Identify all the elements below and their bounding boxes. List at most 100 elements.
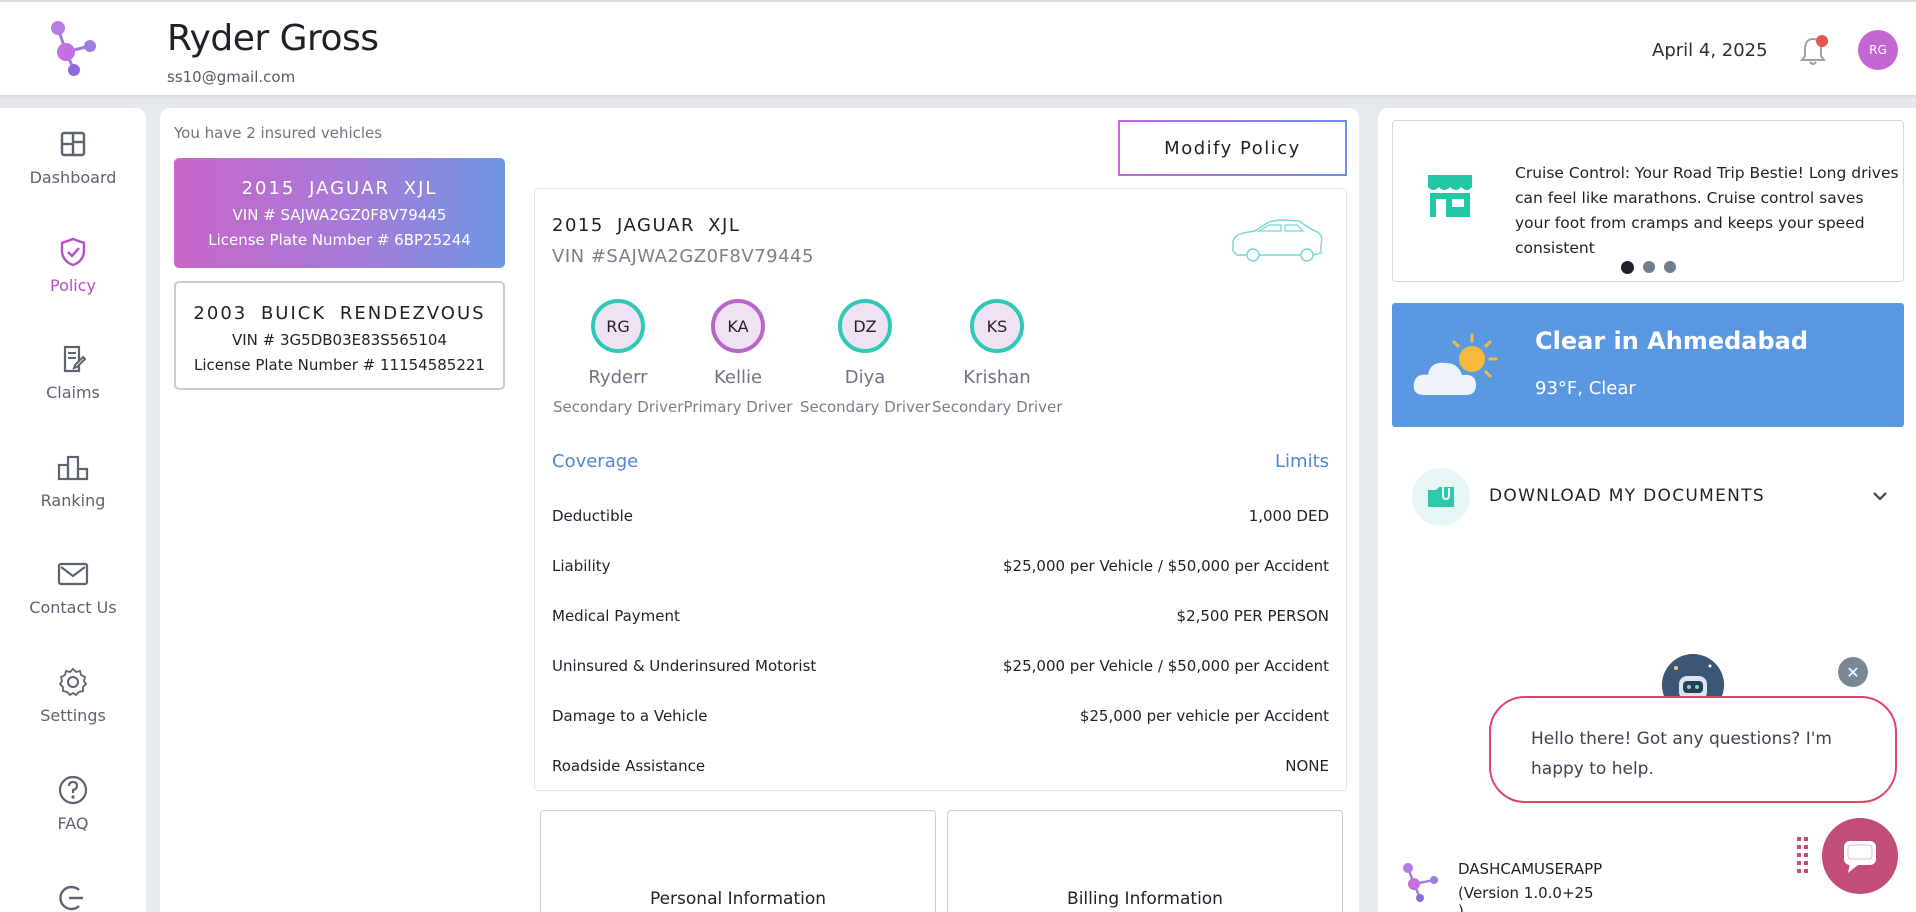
sidebar-item-dashboard[interactable]: Dashboard bbox=[0, 128, 146, 187]
sidebar-item-label: Dashboard bbox=[29, 168, 117, 187]
driver-name: Diya bbox=[844, 367, 886, 388]
personal-information-label: Personal Information bbox=[649, 889, 827, 909]
avatar[interactable]: RG bbox=[1858, 30, 1898, 70]
document-edit-icon bbox=[63, 345, 87, 373]
coverage-limit: NONE bbox=[1285, 757, 1329, 775]
sidebar-item-policy[interactable]: Policy bbox=[0, 236, 146, 295]
vehicle-card-plate: License Plate Number # 11154585221 bbox=[194, 356, 485, 374]
driver-role: Secondary Driver bbox=[932, 398, 1063, 416]
policy-details-panel: 2015 JAGUAR XJL VIN #SAJWA2GZ0F8V79445 R… bbox=[534, 188, 1347, 791]
limits-header: Limits bbox=[1275, 451, 1329, 472]
question-icon bbox=[58, 775, 88, 805]
user-email: ss10@gmail.com bbox=[167, 68, 296, 86]
chat-greeting-bubble[interactable]: Hello there! Got any questions? I'm happ… bbox=[1489, 696, 1897, 803]
coverage-name: Deductible bbox=[552, 507, 634, 525]
sidebar-item-label: Settings bbox=[40, 706, 106, 725]
app-logo-icon[interactable] bbox=[44, 20, 100, 80]
insured-vehicles-count: You have 2 insured vehicles bbox=[174, 124, 383, 142]
chat-close-button[interactable]: ✕ bbox=[1838, 657, 1868, 687]
coverage-name: Roadside Assistance bbox=[552, 757, 706, 775]
driver-avatar: RG bbox=[591, 299, 645, 353]
dashboard-icon bbox=[60, 131, 86, 157]
vehicle-card-plate: License Plate Number # 6BP25244 bbox=[208, 231, 471, 249]
chevron-down-icon[interactable] bbox=[1870, 486, 1890, 506]
app-logo-icon bbox=[1403, 863, 1438, 902]
sidebar-item-claims[interactable]: Claims bbox=[0, 343, 146, 402]
sidebar-item-logout[interactable] bbox=[0, 882, 146, 912]
carousel-dot[interactable] bbox=[1621, 261, 1634, 274]
vehicle-card-title: 2003 BUICK RENDEZVOUS bbox=[193, 303, 486, 324]
drag-handle-icon[interactable] bbox=[1796, 836, 1810, 878]
vehicle-card-vin: VIN # 3G5DB03E83S565104 bbox=[232, 331, 447, 349]
driver-role: Primary Driver bbox=[683, 398, 793, 416]
coverage-row: Roadside Assistance NONE bbox=[552, 757, 1329, 775]
driver-diya[interactable]: DZ Diya Secondary Driver bbox=[800, 299, 930, 416]
weather-card: Clear in Ahmedabad 93°F, Clear bbox=[1392, 303, 1904, 427]
sidebar-item-ranking[interactable]: Ranking bbox=[0, 451, 146, 510]
download-documents-accordion[interactable]: DOWNLOAD MY DOCUMENTS bbox=[1412, 468, 1896, 526]
envelope-icon bbox=[57, 562, 89, 586]
open-chat-button[interactable] bbox=[1822, 818, 1898, 894]
vehicle-card-buick[interactable]: 2003 BUICK RENDEZVOUS VIN # 3G5DB03E83S5… bbox=[174, 281, 505, 390]
app-info: DASHCAMUSERAPP (Version 1.0.0+25 ) bbox=[1400, 856, 1603, 912]
chat-bubble-icon bbox=[1844, 841, 1876, 873]
driver-role: Secondary Driver bbox=[553, 398, 684, 416]
sidebar-item-label: FAQ bbox=[57, 814, 89, 833]
coverage-limit: $25,000 per vehicle per Accident bbox=[1079, 707, 1329, 725]
coverage-limit: 1,000 DED bbox=[1248, 507, 1329, 525]
coverage-name: Medical Payment bbox=[552, 607, 680, 625]
driver-role: Secondary Driver bbox=[800, 398, 931, 416]
gear-icon bbox=[58, 667, 88, 697]
driver-avatar: KA bbox=[711, 299, 765, 353]
download-documents-label: DOWNLOAD MY DOCUMENTS bbox=[1489, 486, 1765, 506]
current-date: April 4, 2025 bbox=[1652, 40, 1768, 61]
weather-title: Clear in Ahmedabad bbox=[1535, 327, 1809, 355]
sidebar: Dashboard Policy Claims Ranking Contact … bbox=[0, 108, 146, 912]
folder-icon bbox=[1412, 468, 1470, 526]
sidebar-item-faq[interactable]: FAQ bbox=[0, 774, 146, 833]
partly-cloudy-icon bbox=[1413, 333, 1498, 395]
coverage-limit: $25,000 per Vehicle / $50,000 per Accide… bbox=[1003, 557, 1329, 575]
app-version: (Version 1.0.0+25 ) bbox=[1458, 884, 1594, 912]
shield-check-icon bbox=[60, 237, 86, 267]
driver-name: Krishan bbox=[963, 367, 1031, 388]
billing-information-label: Billing Information bbox=[1067, 889, 1223, 909]
driver-avatar: KS bbox=[970, 299, 1024, 353]
vehicle-card-jaguar[interactable]: 2015 JAGUAR XJL VIN # SAJWA2GZ0F8V79445 … bbox=[174, 158, 505, 268]
coverage-limit: $25,000 per Vehicle / $50,000 per Accide… bbox=[1003, 657, 1329, 675]
carousel-dot[interactable] bbox=[1643, 261, 1655, 273]
driver-name: Ryderr bbox=[588, 367, 648, 388]
carousel-dots bbox=[1621, 261, 1676, 274]
driver-avatar: DZ bbox=[838, 299, 892, 353]
sidebar-item-label: Claims bbox=[46, 383, 100, 402]
tip-carousel[interactable]: Cruise Control: Your Road Trip Bestie! L… bbox=[1392, 120, 1904, 282]
carousel-dot[interactable] bbox=[1664, 261, 1676, 273]
driver-krishan[interactable]: KS Krishan Secondary Driver bbox=[932, 299, 1062, 416]
policy-vehicle-vin: VIN #SAJWA2GZ0F8V79445 bbox=[552, 246, 814, 267]
coverage-name: Uninsured & Underinsured Motorist bbox=[552, 657, 817, 675]
car-outline-icon bbox=[1232, 219, 1323, 262]
coverage-header: Coverage bbox=[552, 451, 639, 472]
driver-kellie[interactable]: KA Kellie Primary Driver bbox=[683, 299, 793, 416]
sidebar-item-label: Policy bbox=[49, 276, 97, 295]
coverage-row: Damage to a Vehicle $25,000 per vehicle … bbox=[552, 707, 1329, 725]
sidebar-item-label: Ranking bbox=[40, 491, 106, 510]
coverage-limit: $2,500 PER PERSON bbox=[1176, 607, 1329, 625]
vehicle-card-title: 2015 JAGUAR XJL bbox=[241, 178, 438, 199]
driver-ryderr[interactable]: RG Ryderr Secondary Driver bbox=[553, 299, 683, 416]
coverage-row: Liability $25,000 per Vehicle / $50,000 … bbox=[552, 557, 1329, 575]
policy-vehicle-title: 2015 JAGUAR XJL bbox=[552, 215, 741, 236]
app-name: DASHCAMUSERAPP bbox=[1458, 860, 1603, 878]
weather-subtitle: 93°F, Clear bbox=[1535, 378, 1636, 399]
sidebar-item-contact-us[interactable]: Contact Us bbox=[0, 558, 146, 617]
store-icon bbox=[1428, 175, 1472, 217]
personal-information-card[interactable]: Personal Information bbox=[540, 810, 936, 912]
billing-information-card[interactable]: Billing Information bbox=[947, 810, 1343, 912]
coverage-row: Medical Payment $2,500 PER PERSON bbox=[552, 607, 1329, 625]
tip-text: Cruise Control: Your Road Trip Bestie! L… bbox=[1515, 164, 1899, 257]
podium-icon bbox=[57, 455, 89, 481]
main-panel: You have 2 insured vehicles 2015 JAGUAR … bbox=[160, 108, 1359, 912]
modify-policy-button[interactable]: Modify Policy bbox=[1118, 120, 1347, 176]
coverage-name: Damage to a Vehicle bbox=[552, 707, 708, 725]
sidebar-item-settings[interactable]: Settings bbox=[0, 666, 146, 725]
